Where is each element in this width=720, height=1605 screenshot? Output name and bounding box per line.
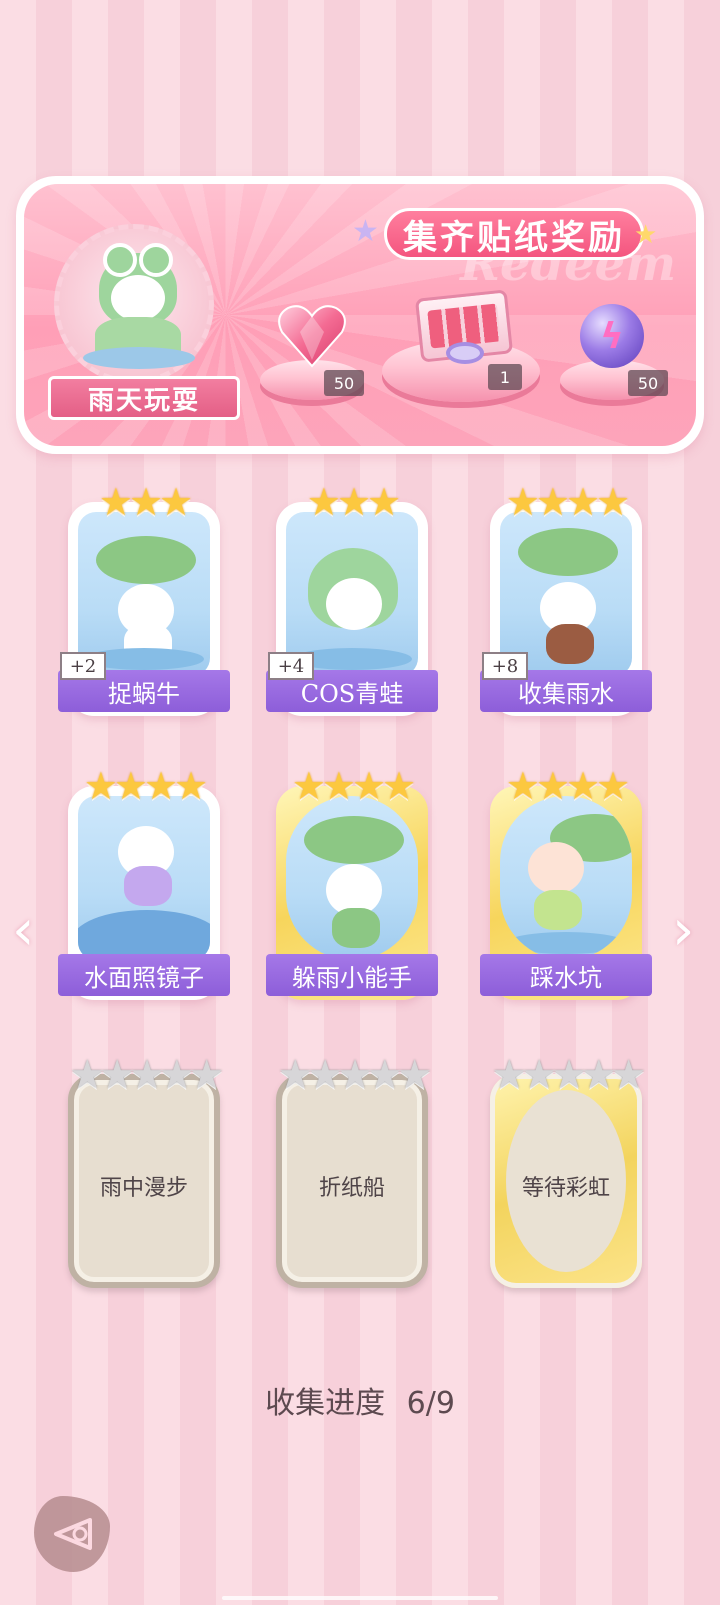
duplicate-count-badge: +4 <box>268 652 314 680</box>
puddle-illustration <box>83 347 195 369</box>
cat-face-illustration <box>111 275 165 321</box>
purple-dress-illustration <box>124 866 172 906</box>
progress-label: 收集进度 <box>265 1386 386 1421</box>
sticker-card[interactable]: ★★★★ 踩水坑 <box>480 764 652 1006</box>
sticker-card[interactable]: ★★★★ 躲雨小能手 <box>266 764 438 1006</box>
sticker-art <box>500 796 632 960</box>
pink-heart-gem-icon[interactable] <box>276 302 348 370</box>
star-rating-locked: ★★★★★ <box>69 1052 224 1098</box>
reward-quantity: 50 <box>628 370 668 396</box>
banner-background: Redeem ★ 集齐贴纸奖励 ★ 雨天玩耍 ϟ 50 1 50 <box>24 184 696 446</box>
progress-value: 6/9 <box>406 1386 455 1421</box>
back-arrow-icon <box>54 1518 92 1550</box>
star-rating: ★★★ <box>98 480 193 524</box>
lotus-leaf-illustration <box>518 528 618 576</box>
girl-illustration <box>528 842 584 894</box>
green-outfit-illustration <box>534 890 582 930</box>
apron-illustration <box>546 624 594 664</box>
duplicate-count-badge: +8 <box>482 652 528 680</box>
star-decoration-icon: ★ <box>634 220 658 250</box>
sticker-name: 折纸船 <box>318 1176 385 1201</box>
sticker-name: 踩水坑 <box>480 954 652 996</box>
cat-face-illustration <box>326 578 382 630</box>
next-page-arrow-icon[interactable]: › <box>672 898 694 963</box>
collection-progress: 收集进度 6/9 <box>0 1378 720 1422</box>
water-reflection-illustration <box>78 910 210 960</box>
star-rating: ★★★★ <box>505 764 630 808</box>
sticker-card[interactable]: ★★★ +4 COS青蛙 <box>266 480 438 722</box>
purple-energy-orb-icon[interactable]: ϟ <box>580 304 644 368</box>
star-rating: ★★★ <box>306 480 401 524</box>
reward-quantity: 50 <box>324 370 364 396</box>
sticker-name: 等待彩虹 <box>521 1176 610 1201</box>
album-cover-frame[interactable] <box>54 224 214 384</box>
star-rating: ★★★★ <box>83 764 208 808</box>
locked-sticker-card[interactable]: ★★★★★ 雨中漫步 <box>62 1052 226 1294</box>
sticker-art <box>286 796 418 960</box>
album-name-ribbon: 雨天玩耍 <box>48 376 240 420</box>
lotus-leaf-illustration <box>304 816 404 864</box>
star-decoration-icon: ★ <box>352 214 379 249</box>
previous-page-arrow-icon[interactable]: ‹ <box>12 898 34 963</box>
locked-sticker-card[interactable]: ★★★★★ 等待彩虹 <box>484 1052 648 1294</box>
ring-icon <box>446 342 484 364</box>
sticker-card[interactable]: ★★★★ +8 收集雨水 <box>480 480 652 722</box>
back-button[interactable] <box>34 1496 110 1572</box>
sticker-name: 雨中漫步 <box>99 1176 188 1201</box>
star-rating-locked: ★★★★★ <box>491 1052 646 1098</box>
sticker-reward-banner: Redeem ★ 集齐贴纸奖励 ★ 雨天玩耍 ϟ 50 1 50 <box>16 176 704 454</box>
star-rating-locked: ★★★★★ <box>277 1052 432 1098</box>
frog-suit-illustration <box>332 908 380 948</box>
sticker-name: 躲雨小能手 <box>266 954 438 996</box>
sticker-card[interactable]: ★★★ +2 捉蜗牛 <box>58 480 230 722</box>
sticker-art <box>78 796 210 960</box>
star-rating: ★★★★ <box>291 764 416 808</box>
reward-quantity: 1 <box>488 364 522 390</box>
home-indicator[interactable] <box>222 1596 498 1600</box>
sticker-name: 水面照镜子 <box>58 954 230 996</box>
sticker-card[interactable]: ★★★★ 水面照镜子 <box>58 764 230 1006</box>
banner-title: 集齐贴纸奖励 <box>384 208 644 260</box>
duplicate-count-badge: +2 <box>60 652 106 680</box>
lotus-leaf-illustration <box>96 536 196 584</box>
locked-sticker-card[interactable]: ★★★★★ 折纸船 <box>270 1052 434 1294</box>
star-rating: ★★★★ <box>505 480 630 524</box>
puddle-illustration <box>506 932 626 954</box>
